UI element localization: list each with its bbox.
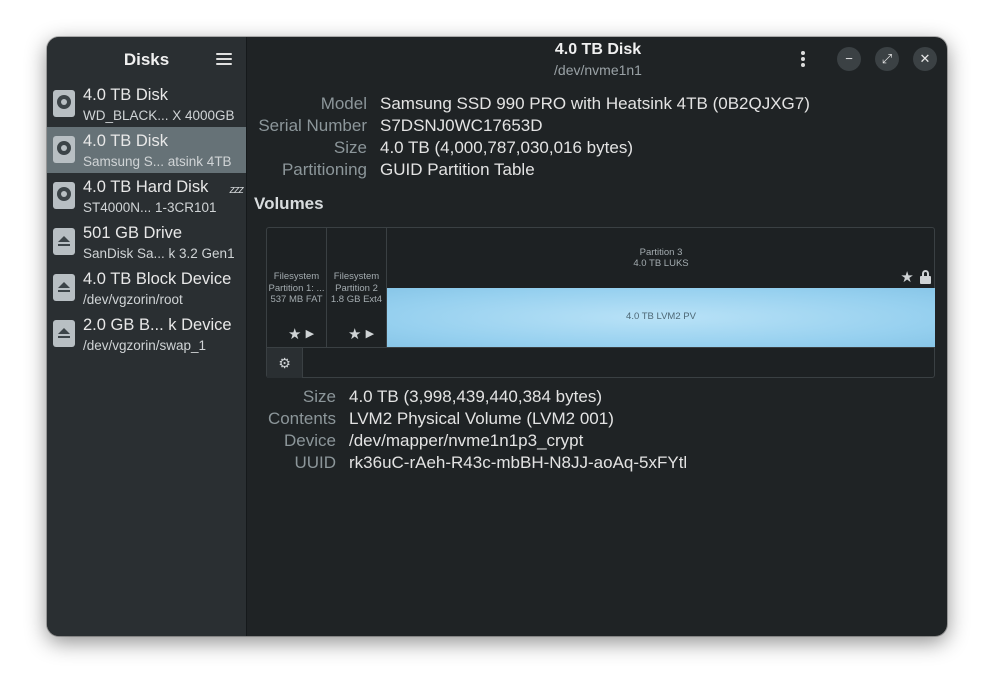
volume-device-value: /dev/mapper/nvme1n1p3_crypt <box>349 431 584 450</box>
unlocked-lock-icon <box>920 270 931 284</box>
volume-uuid-label: UUID <box>294 453 336 472</box>
disks-window: Disks 4.0 TB Disk WD_BLACK... X 4000GB 4… <box>47 37 947 636</box>
disk-item-subtitle: SanDisk Sa... k 3.2 Gen1 <box>83 246 235 261</box>
partition-label: 1.8 GB Ext4 <box>330 294 383 305</box>
play-icon: ▶ <box>305 328 315 340</box>
star-icon: ★ <box>900 269 914 286</box>
disk-item-wd-black[interactable]: 4.0 TB Disk WD_BLACK... X 4000GB <box>47 81 246 127</box>
star-icon: ★ <box>348 326 362 343</box>
disk-item-seagate[interactable]: 4.0 TB Hard Disk ST4000N... 1-3CR101 zzz <box>47 173 246 219</box>
disk-item-subtitle: /dev/vgzorin/swap_1 <box>83 338 207 353</box>
disk-item-subtitle: Samsung S... atsink 4TB <box>83 154 232 169</box>
disk-item-name: 2.0 GB B... k Device <box>83 316 232 334</box>
sidebar: Disks 4.0 TB Disk WD_BLACK... X 4000GB 4… <box>47 37 247 636</box>
volume-contents-label: Contents <box>267 409 336 428</box>
disk-item-name: 4.0 TB Block Device <box>83 270 232 288</box>
hard-disk-icon <box>53 182 75 209</box>
serial-label: Serial Number <box>258 116 367 135</box>
size-value: 4.0 TB (4,000,787,030,016 bytes) <box>380 138 633 157</box>
serial-value: S7DSNJ0WC17653D <box>380 116 543 135</box>
partitioning-value: GUID Partition Table <box>380 160 535 179</box>
maximize-button[interactable]: ⤢ <box>875 47 899 71</box>
partition-1[interactable]: Filesystem Partition 1: ... 537 MB FAT ★… <box>267 228 327 347</box>
volumes-heading: Volumes <box>254 194 324 213</box>
model-label: Model <box>320 94 367 113</box>
partition-label: Partition 3 <box>639 247 683 258</box>
disk-item-subtitle: ST4000N... 1-3CR101 <box>83 200 217 215</box>
close-button[interactable]: ✕ <box>913 47 937 71</box>
disk-item-samsung[interactable]: 4.0 TB Disk Samsung S... atsink 4TB <box>47 127 246 173</box>
volume-size-label: Size <box>302 387 336 406</box>
disk-item-sandisk[interactable]: 501 GB Drive SanDisk Sa... k 3.2 Gen1 <box>47 219 246 265</box>
partition-label: 4.0 TB LUKS <box>633 258 689 269</box>
disk-item-name: 4.0 TB Disk <box>83 132 168 150</box>
partition-label: Filesystem <box>333 271 380 282</box>
main-panel: 4.0 TB Disk /dev/nvme1n1 − ⤢ ✕ Model Sam… <box>248 37 947 636</box>
disk-item-name: 501 GB Drive <box>83 224 183 242</box>
volumes-toolbar: ⚙ <box>267 347 934 378</box>
lvm-volume-label: 4.0 TB LVM2 PV <box>626 311 696 322</box>
gear-icon[interactable]: ⚙ <box>267 348 303 378</box>
partition-3[interactable]: Partition 3 4.0 TB LUKS ★ <box>387 228 935 288</box>
volume-device-label: Device <box>284 431 336 450</box>
volume-contents-value: LVM2 Physical Volume (LVM2 001) <box>349 409 614 428</box>
block-device-icon <box>53 320 75 347</box>
removable-drive-icon <box>53 228 75 255</box>
size-label: Size <box>333 138 367 157</box>
partition-label: Partition 2 <box>335 283 378 294</box>
hard-disk-icon <box>53 90 75 117</box>
hamburger-menu-icon[interactable] <box>216 51 232 67</box>
sleep-icon: zzz <box>229 184 244 196</box>
more-options-icon[interactable] <box>800 51 806 69</box>
hard-disk-icon <box>53 136 75 163</box>
block-device-icon <box>53 274 75 301</box>
disk-item-name: 4.0 TB Hard Disk <box>83 178 209 196</box>
minimize-button[interactable]: − <box>837 47 861 71</box>
partition-label: Partition 1: ... <box>268 283 325 294</box>
partition-label: Filesystem <box>273 271 320 282</box>
volume-size-value: 4.0 TB (3,998,439,440,384 bytes) <box>349 387 602 406</box>
volume-uuid-value: rk36uC-rAeh-R43c-mbBH-N8JJ-aoAq-5xFYtl <box>349 453 688 472</box>
disk-item-root-block[interactable]: 4.0 TB Block Device /dev/vgzorin/root <box>47 265 246 311</box>
partition-label: 537 MB FAT <box>270 294 323 305</box>
sidebar-header: Disks <box>47 37 246 81</box>
disk-item-name: 4.0 TB Disk <box>83 86 168 104</box>
page-title: 4.0 TB Disk <box>554 41 642 58</box>
disk-item-subtitle: /dev/vgzorin/root <box>83 292 183 307</box>
model-value: Samsung SSD 990 PRO with Heatsink 4TB (0… <box>380 94 810 113</box>
page-subtitle: /dev/nvme1n1 <box>554 62 642 78</box>
disk-item-swap-block[interactable]: 2.0 GB B... k Device /dev/vgzorin/swap_1 <box>47 311 246 357</box>
volumes-map: Filesystem Partition 1: ... 537 MB FAT ★… <box>266 227 935 378</box>
partition-2[interactable]: Filesystem Partition 2 1.8 GB Ext4 ★ ▶ <box>327 228 387 347</box>
partitioning-label: Partitioning <box>281 160 367 179</box>
lvm-volume[interactable]: 4.0 TB LVM2 PV <box>387 288 935 347</box>
star-icon: ★ <box>288 326 302 343</box>
disk-item-subtitle: WD_BLACK... X 4000GB <box>83 108 235 123</box>
disk-list: 4.0 TB Disk WD_BLACK... X 4000GB 4.0 TB … <box>47 81 246 357</box>
play-icon: ▶ <box>365 328 375 340</box>
